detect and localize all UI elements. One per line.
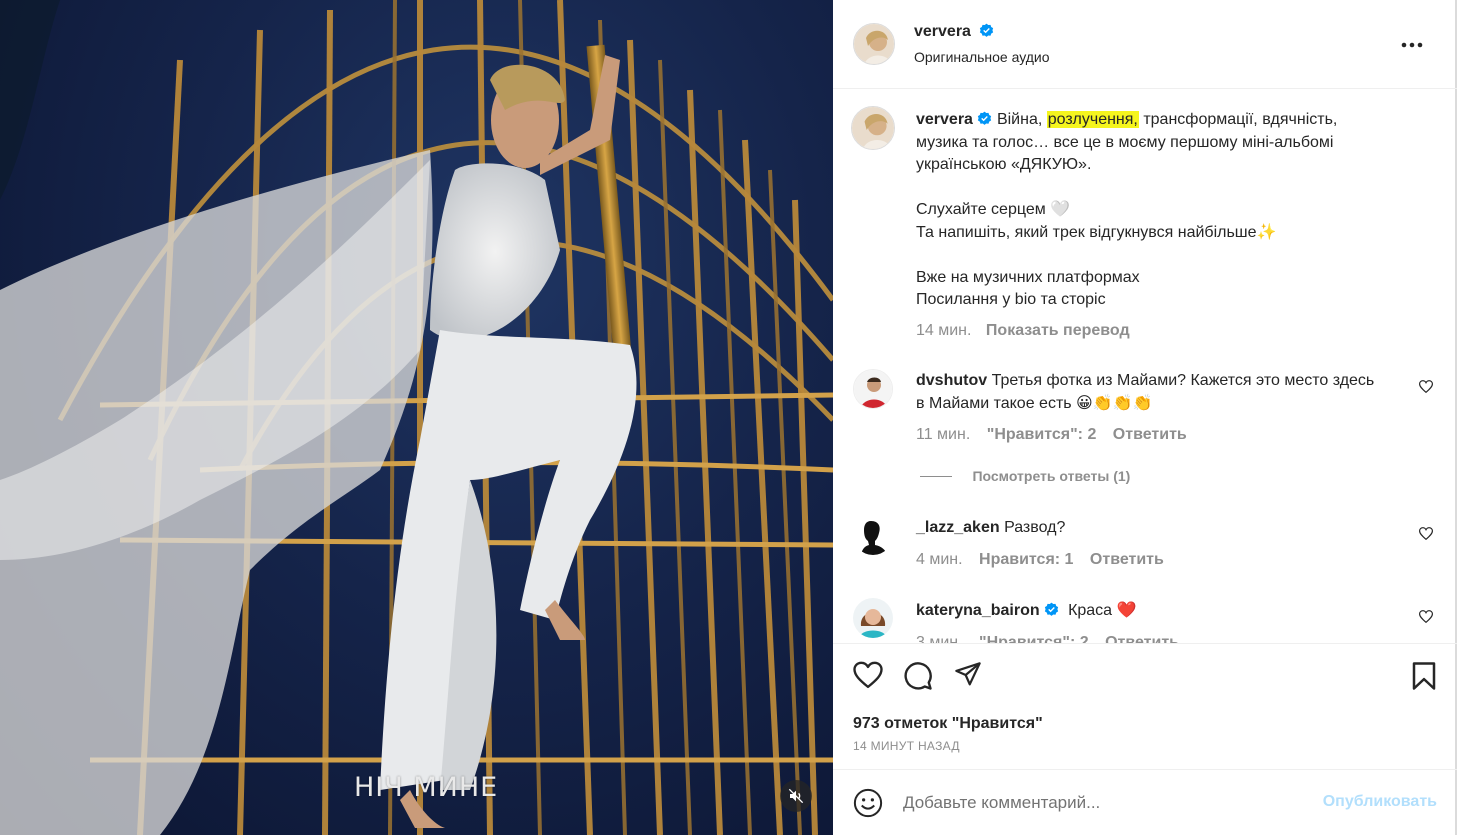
- verified-badge-icon: [980, 23, 994, 37]
- verified-badge-icon: [1044, 602, 1058, 616]
- commenter-avatar[interactable]: [853, 369, 893, 409]
- comment-button[interactable]: [903, 661, 933, 696]
- caption-text-line1-end: трансформації, вдячність,: [1138, 111, 1338, 128]
- comment-reply-button[interactable]: Ответить: [1090, 551, 1164, 568]
- commenter-username[interactable]: kateryna_bairon: [916, 602, 1040, 619]
- comment-time[interactable]: 4 мин.: [916, 551, 963, 568]
- comment-item: dvshutov Третья фотка из Майами? Кажется…: [833, 366, 1457, 496]
- likes-count[interactable]: 973 отметок "Нравится": [853, 715, 1043, 733]
- commenter-username[interactable]: _lazz_aken: [916, 519, 1000, 536]
- publish-button[interactable]: Опубликовать: [1323, 793, 1437, 811]
- bookmark-icon: [1412, 662, 1436, 690]
- video-caption-overlay: НІЧ МИНЕ: [354, 772, 499, 803]
- comment-text: kateryna_bairon Краса ❤️: [916, 600, 1416, 623]
- paper-plane-icon: [955, 662, 981, 686]
- post-side-panel: ververa Оригинальное аудио ververa Війна…: [833, 0, 1457, 835]
- speaker-muted-icon: [788, 788, 804, 804]
- more-horizontal-icon: [1401, 42, 1423, 48]
- smiley-icon: [853, 788, 883, 818]
- comment-line-1: Развод?: [1004, 519, 1066, 536]
- save-button[interactable]: [1411, 661, 1437, 696]
- comment-item: _lazz_aken Развод? 4 мин. Нравится: 1 От…: [833, 513, 1457, 573]
- like-button[interactable]: [853, 661, 883, 694]
- author-username[interactable]: ververa: [914, 23, 971, 40]
- caption-meta: 14 мин. Показать перевод: [916, 320, 1416, 343]
- comment-line-1: Краса ❤️: [1068, 602, 1137, 619]
- commenter-avatar[interactable]: [853, 515, 893, 555]
- comment-like-button[interactable]: [1418, 610, 1434, 628]
- avatar-image: [854, 370, 892, 408]
- comment-likes[interactable]: "Нравится": 2: [987, 426, 1097, 443]
- commenter-username[interactable]: dvshutov: [916, 372, 987, 389]
- comment-time[interactable]: 11 мин.: [916, 426, 970, 443]
- comment-meta: 4 мин. Нравится: 1 Ответить: [916, 549, 1416, 572]
- comment-time[interactable]: 3 мин.: [916, 634, 963, 643]
- mute-button[interactable]: [780, 780, 812, 812]
- comment-input[interactable]: [903, 790, 1303, 816]
- add-comment-bar: Опубликовать: [833, 769, 1457, 835]
- comment-like-button[interactable]: [1418, 380, 1434, 398]
- verified-badge-icon: [977, 111, 992, 125]
- comment-line-1: Третья фотка из Майами? Кажется это мест…: [991, 372, 1375, 389]
- post-time-ago[interactable]: 14 МИНУТ НАЗАД: [853, 739, 960, 753]
- caption-time[interactable]: 14 мин.: [916, 322, 971, 339]
- heart-outline-icon: [853, 661, 883, 689]
- caption-author-avatar[interactable]: [851, 106, 895, 150]
- comment-likes[interactable]: Нравится: 1: [979, 551, 1073, 568]
- comment-text: dvshutov Третья фотка из Майами? Кажется…: [916, 370, 1426, 415]
- caption-line-4: Слухайте серцем 🤍: [916, 201, 1071, 218]
- avatar-image: [852, 107, 894, 149]
- caption-text-start: Війна,: [996, 111, 1047, 128]
- commenter-avatar[interactable]: [853, 598, 893, 638]
- comment-reply-button[interactable]: Ответить: [1105, 634, 1179, 643]
- comment-line-2: в Майами такое есть 😀👏👏👏: [916, 394, 1153, 412]
- show-translation-link[interactable]: Показать перевод: [986, 322, 1130, 339]
- replies-divider: [920, 476, 952, 478]
- caption-line-7: Посилання у bio та сторіс: [916, 291, 1106, 308]
- comment-meta: 11 мин. "Нравится": 2 Ответить: [916, 424, 1416, 447]
- avatar-image: [853, 515, 893, 555]
- avatar-image: [854, 24, 894, 64]
- share-button[interactable]: [953, 661, 983, 694]
- comment-like-button[interactable]: [1418, 527, 1434, 545]
- post-photo: [0, 0, 833, 835]
- caption-line-6: Вже на музичних платформах: [916, 268, 1140, 286]
- heart-outline-icon: [1418, 527, 1434, 541]
- comment-item: kateryna_bairon Краса ❤️ 3 мин. "Нравитс…: [833, 596, 1457, 643]
- comment-reply-button[interactable]: Ответить: [1113, 426, 1187, 443]
- view-replies[interactable]: Посмотреть ответы (1): [920, 468, 1130, 486]
- caption-line-3: українською «ДЯКУЮ».: [916, 156, 1092, 173]
- view-replies-link[interactable]: Посмотреть ответы (1): [972, 468, 1130, 484]
- author-avatar[interactable]: [853, 23, 895, 65]
- heart-outline-icon: [1418, 380, 1434, 394]
- avatar-image: [853, 598, 893, 638]
- caption-line-2: музика та голос… все це в моєму першому …: [916, 133, 1334, 151]
- heart-outline-icon: [1418, 610, 1434, 624]
- comment-likes[interactable]: "Нравится": 2: [979, 634, 1089, 643]
- comment-meta: 3 мин. "Нравится": 2 Ответить: [916, 632, 1416, 643]
- post-media[interactable]: НІЧ МИНЕ: [0, 0, 833, 835]
- post-header: ververa Оригинальное аудио: [833, 0, 1457, 89]
- caption-username[interactable]: ververa: [916, 111, 973, 128]
- caption-text: ververa Війна, розлучення, трансформації,…: [916, 109, 1376, 312]
- post-caption: ververa Війна, розлучення, трансформації,…: [833, 102, 1457, 352]
- caption-highlighted-word: розлучення,: [1046, 111, 1139, 128]
- comment-bubble-icon: [904, 662, 932, 690]
- emoji-button[interactable]: [853, 788, 883, 823]
- comment-text: _lazz_aken Развод?: [916, 517, 1416, 540]
- caption-line-5: Та напишіть, який трек відгукнувся найбі…: [916, 223, 1277, 241]
- original-audio-link[interactable]: Оригинальное аудио: [914, 49, 1050, 65]
- comments-section[interactable]: ververa Війна, розлучення, трансформації,…: [833, 90, 1457, 643]
- more-options-button[interactable]: [1401, 35, 1423, 53]
- post-actions: 973 отметок "Нравится" 14 МИНУТ НАЗАД: [833, 643, 1457, 769]
